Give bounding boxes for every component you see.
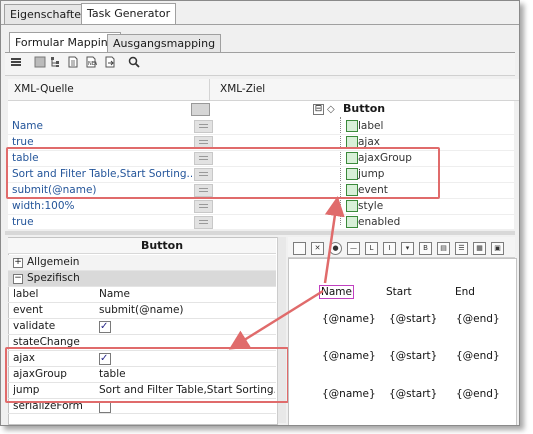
task-generator-window: Eigenschaften Task Generator Formular Ma… [0, 0, 520, 426]
annotation-arrows [228, 196, 345, 350]
